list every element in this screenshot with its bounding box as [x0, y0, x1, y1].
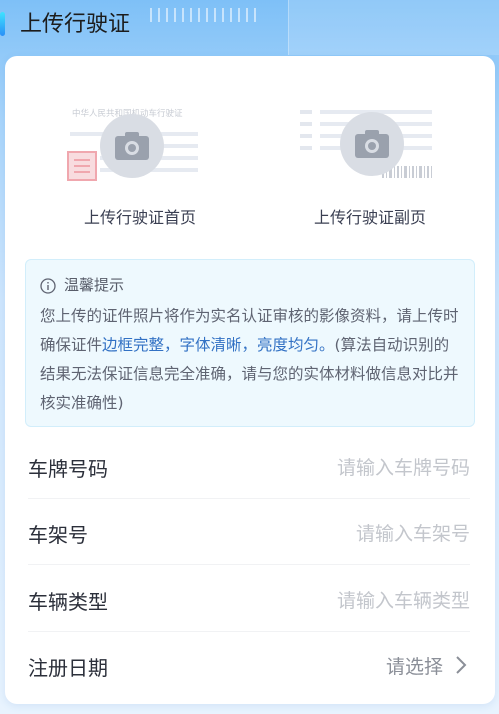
camera-icon	[100, 114, 164, 178]
registration-date-label: 注册日期	[28, 656, 108, 680]
divider	[28, 564, 470, 565]
page-header: 上传行驶证	[0, 0, 499, 52]
chevron-right-icon	[456, 656, 467, 674]
vehicle-type-row[interactable]: 车辆类型 请输入车辆类型	[5, 566, 495, 632]
upload-back-button[interactable]: 上传行驶证副页	[290, 100, 450, 227]
title-accent-bar	[0, 12, 5, 36]
plate-number-input[interactable]: 请输入车牌号码	[337, 453, 470, 480]
vin-row[interactable]: 车架号 请输入车架号	[5, 499, 495, 565]
vin-label: 车架号	[28, 523, 88, 547]
vehicle-type-input[interactable]: 请输入车辆类型	[337, 586, 470, 613]
plate-number-row[interactable]: 车牌号码 请输入车牌号码	[5, 433, 495, 499]
notice-highlight: 边框完整，字体清晰，亮度均匀。	[102, 336, 335, 354]
registration-date-select[interactable]: 请选择	[386, 652, 443, 679]
notice-title: 温馨提示	[64, 276, 125, 294]
registration-date-row[interactable]: 注册日期 请选择	[5, 632, 495, 698]
tips-notice: 温馨提示 您上传的证件照片将作为实名认证审核的影像资料，请上传时确保证件边框完整…	[25, 259, 475, 427]
vin-input[interactable]: 请输入车架号	[356, 519, 470, 546]
upload-back-label: 上传行驶证副页	[313, 208, 426, 227]
info-icon	[40, 278, 56, 294]
camera-icon	[340, 112, 404, 176]
page-title: 上传行驶证	[20, 12, 131, 37]
main-card: 中华人民共和国机动车行驶证 上传行驶证首页	[5, 56, 495, 704]
vehicle-type-label: 车辆类型	[28, 590, 108, 614]
notice-body: 您上传的证件照片将作为实名认证审核的影像资料，请上传时确保证件边框完整，字体清晰…	[40, 302, 464, 418]
upload-front-label: 上传行驶证首页	[83, 208, 196, 227]
plate-number-label: 车牌号码	[28, 457, 108, 481]
upload-front-button[interactable]: 中华人民共和国机动车行驶证 上传行驶证首页	[60, 100, 220, 227]
